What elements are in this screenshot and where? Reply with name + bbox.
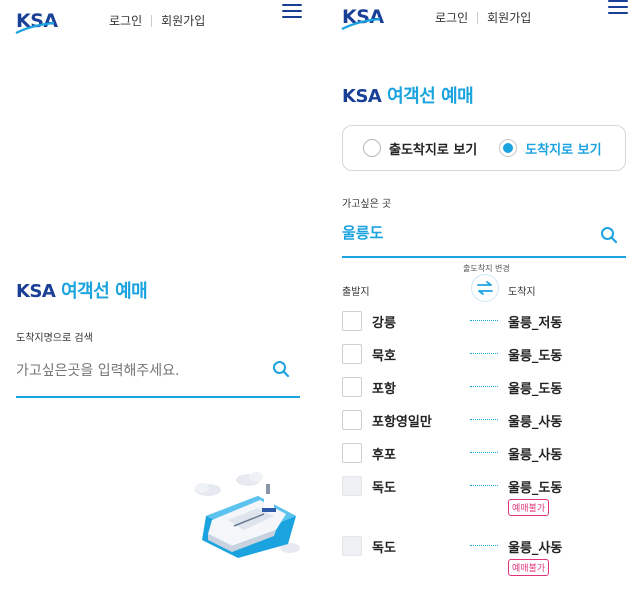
ksa-logo[interactable]: KSA [15,10,60,34]
column-to-header: 도착지 [508,287,536,298]
route-checkbox[interactable] [342,344,362,364]
unavailable-badge: 예매불가 [508,559,550,576]
unavailable-badge: 예매불가 [508,499,550,516]
radio-icon[interactable] [363,139,381,157]
route-row[interactable]: 후포 울릉_사동 [342,442,602,464]
nav-divider [477,11,479,24]
route-row-unavailable: 독도 울릉_도동 [342,475,602,497]
route-connector [470,320,498,321]
route-connector [470,386,498,387]
search-label: 도착지명으로 검색 [16,333,93,344]
route-checkbox-disabled [342,536,362,556]
logo-swoosh-icon [15,21,55,34]
view-mode-toggle: 출도착지로 보기 도착지로 보기 [342,125,626,171]
nav-divider [151,14,153,27]
signup-link[interactable]: 회원가입 [161,12,205,29]
destination-value[interactable]: 울릉도 [342,222,626,243]
route-row[interactable]: 강릉 울릉_저동 [342,310,602,332]
menu-icon[interactable] [608,0,628,16]
route-connector [470,545,498,546]
destination-search-input[interactable] [16,354,272,388]
signup-link[interactable]: 회원가입 [487,9,531,26]
route-connector [470,452,498,453]
login-link[interactable]: 로그인 [435,9,468,26]
left-screen: KSA 로그인 회원가입 KSA 여객선 예매 도착지명으로 검색 [0,0,310,590]
column-from-header: 출발지 [342,287,370,298]
swap-label: 출도착지 변경 [463,264,510,273]
route-checkbox[interactable] [342,443,362,463]
search-icon[interactable] [600,226,618,248]
ksa-logo[interactable]: KSA [341,6,386,30]
menu-icon[interactable] [282,4,302,20]
route-checkbox[interactable] [342,377,362,397]
destination-label: 가고싶은 곳 [342,199,392,210]
view-option-arrival[interactable]: 도착지로 보기 [499,139,602,158]
page-title: KSA 여객선 예매 [342,86,474,107]
route-connector [470,419,498,420]
radio-selected-icon[interactable] [499,139,518,157]
ship-illustration [195,472,300,558]
view-option-departure-arrival[interactable]: 출도착지로 보기 [363,139,477,158]
search-icon[interactable] [272,360,290,382]
route-connector [470,485,498,486]
route-checkbox[interactable] [342,311,362,331]
login-link[interactable]: 로그인 [109,12,142,29]
route-row[interactable]: 포항영일만 울릉_사동 [342,409,602,431]
page-title: KSA 여객선 예매 [16,281,148,302]
top-nav: 로그인 회원가입 [109,12,205,29]
route-row[interactable]: 묵호 울릉_도동 [342,343,602,365]
right-screen: KSA 로그인 회원가입 KSA 여객선 예매 출도착지로 보기 도착지로 보기… [330,0,640,590]
route-checkbox[interactable] [342,410,362,430]
destination-field: 울릉도 [342,216,626,258]
route-row-unavailable: 독도 울릉_사동 [342,535,602,557]
swap-button[interactable] [471,274,499,302]
route-connector [470,353,498,354]
search-field [16,352,300,398]
route-row[interactable]: 포항 울릉_도동 [342,376,602,398]
swap-arrows-icon [477,281,493,295]
top-nav: 로그인 회원가입 [435,9,531,26]
logo-swoosh-icon [341,17,381,30]
route-checkbox-disabled [342,476,362,496]
